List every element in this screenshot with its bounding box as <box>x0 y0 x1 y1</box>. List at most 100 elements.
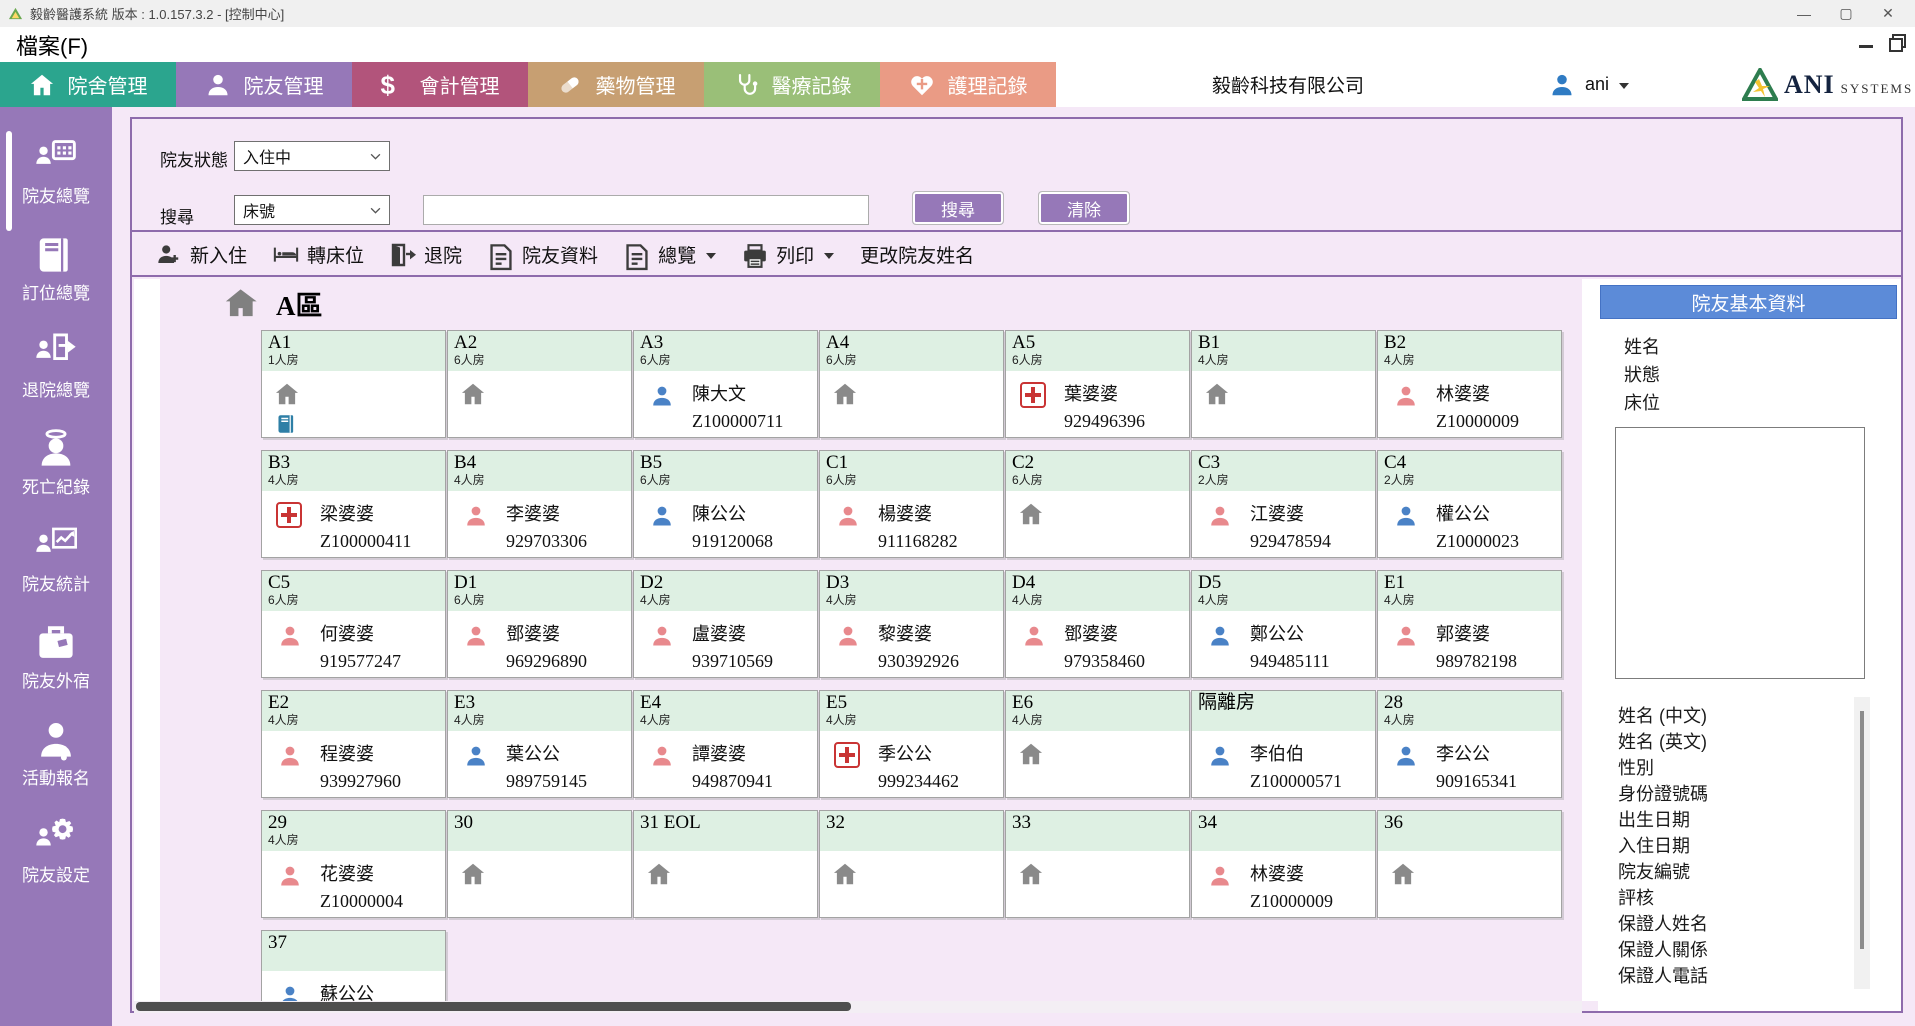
nav-tab-1[interactable]: 院舍管理 <box>0 62 176 107</box>
room-card-body <box>448 371 631 437</box>
toolbar-item-label: 新入住 <box>190 241 247 268</box>
room-card[interactable]: C26人房 <box>1005 450 1190 558</box>
room-card-header: 33 <box>1006 811 1189 851</box>
search-input[interactable] <box>423 195 869 225</box>
room-card[interactable]: D54人房鄭公公949485111 <box>1191 570 1376 678</box>
sidebar-item-3[interactable]: 退院總覽 <box>0 317 112 414</box>
sidebar-item-1[interactable]: 院友總覽 <box>0 123 112 220</box>
detail-list-scrollbar <box>1854 697 1870 989</box>
room-card[interactable]: C56人房何婆婆919577247 <box>261 570 446 678</box>
search-button[interactable]: 搜尋 <box>912 191 1004 225</box>
detail-field-label: 保證人姓名 <box>1618 911 1708 937</box>
room-card[interactable]: A46人房 <box>819 330 1004 438</box>
name-label: 姓名 <box>1624 333 1660 359</box>
maximize-icon[interactable]: ▢ <box>1825 0 1867 27</box>
close-icon[interactable]: ✕ <box>1867 0 1909 27</box>
toolbar-item-6[interactable]: 列印 <box>742 241 834 268</box>
vacant-room-icon <box>274 381 300 405</box>
room-card[interactable]: E64人房 <box>1005 690 1190 798</box>
room-card[interactable]: B34人房梁婆婆Z100000411 <box>261 450 446 558</box>
room-card[interactable]: 30 <box>447 810 632 918</box>
user-menu[interactable]: ani <box>1549 62 1629 107</box>
nav-tab-4[interactable]: 藥物管理 <box>528 62 704 107</box>
room-card[interactable]: C16人房楊婆婆911168282 <box>819 450 1004 558</box>
horizontal-scrollbar-thumb[interactable] <box>136 1002 851 1011</box>
toolbar-item-1[interactable]: 新入住 <box>156 241 247 268</box>
vacant-room-icon <box>646 861 672 885</box>
detail-list-scrollbar-thumb[interactable] <box>1860 711 1864 949</box>
room-card[interactable]: A56人房葉婆婆929496396 <box>1005 330 1190 438</box>
room-card[interactable]: 36 <box>1377 810 1562 918</box>
pill-icon <box>557 72 583 98</box>
room-id: A5 <box>1012 332 1183 353</box>
activity-signup-icon <box>35 719 77 755</box>
nav-tab-6[interactable]: 護理記錄 <box>880 62 1056 107</box>
menu-file[interactable]: 檔案(F) <box>16 29 88 61</box>
room-card[interactable]: B44人房李婆婆929703306 <box>447 450 632 558</box>
room-card[interactable]: 34林婆婆Z10000009 <box>1191 810 1376 918</box>
room-card[interactable]: D34人房黎婆婆930392926 <box>819 570 1004 678</box>
room-card[interactable]: C42人房權公公Z10000023 <box>1377 450 1562 558</box>
sidebar-item-2[interactable]: 訂位總覽 <box>0 220 112 317</box>
room-card[interactable]: E44人房譚婆婆949870941 <box>633 690 818 798</box>
room-capacity: 6人房 <box>454 593 625 607</box>
female-resident-icon <box>1022 624 1046 648</box>
room-card[interactable]: 32 <box>819 810 1004 918</box>
sidebar-item-5[interactable]: 院友統計 <box>0 511 112 608</box>
room-card[interactable]: D24人房盧婆婆939710569 <box>633 570 818 678</box>
room-card[interactable]: 33 <box>1005 810 1190 918</box>
nav-tab-3[interactable]: $會計管理 <box>352 62 528 107</box>
toolbar-item-3[interactable]: 退院 <box>390 241 462 268</box>
room-id: A4 <box>826 332 997 353</box>
sidebar-item-4[interactable]: 死亡紀錄 <box>0 414 112 511</box>
room-card-header: D24人房 <box>634 571 817 611</box>
room-card-header: 31 EOL <box>634 811 817 851</box>
panel-vertical-scrollbar[interactable] <box>1582 279 1598 1001</box>
sidebar-item-6[interactable]: 院友外宿 <box>0 608 112 705</box>
nav-tab-5[interactable]: 醫療記錄 <box>704 62 880 107</box>
room-card[interactable]: A11人房 <box>261 330 446 438</box>
room-card[interactable]: 294人房花婆婆Z10000004 <box>261 810 446 918</box>
detail-field-label: 性別 <box>1618 755 1708 781</box>
room-card[interactable]: E54人房季公公999234462 <box>819 690 1004 798</box>
room-card[interactable]: E34人房葉公公989759145 <box>447 690 632 798</box>
room-card[interactable]: 31 EOL <box>633 810 818 918</box>
room-card[interactable]: A26人房 <box>447 330 632 438</box>
toolbar-item-7[interactable]: 更改院友姓名 <box>860 241 974 268</box>
room-capacity: 4人房 <box>1384 713 1555 727</box>
male-resident-icon <box>464 744 488 768</box>
mdi-restore-icon[interactable] <box>1889 34 1903 48</box>
toolbar-item-2[interactable]: 轉床位 <box>273 241 364 268</box>
room-card[interactable]: B56人房陳公公919120068 <box>633 450 818 558</box>
sidebar-item-7[interactable]: 活動報名 <box>0 705 112 802</box>
room-id: 31 EOL <box>640 812 811 833</box>
grid-vertical-scrollbar[interactable] <box>134 279 160 1001</box>
room-card[interactable]: 284人房李公公909165341 <box>1377 690 1562 798</box>
booking-overview-icon <box>35 234 77 270</box>
resident-code: Z10000009 <box>1436 411 1519 432</box>
room-card[interactable]: 37蘇公公 <box>261 930 446 1001</box>
clear-button[interactable]: 清除 <box>1038 191 1130 225</box>
room-card[interactable]: B24人房林婆婆Z10000009 <box>1377 330 1562 438</box>
mdi-minimize-icon[interactable] <box>1859 45 1873 48</box>
room-capacity: 6人房 <box>826 473 997 487</box>
room-card[interactable]: B14人房 <box>1191 330 1376 438</box>
search-type-select[interactable]: 床號 <box>234 195 390 225</box>
minimize-icon[interactable]: — <box>1783 0 1825 27</box>
nav-tab-2[interactable]: 院友管理 <box>176 62 352 107</box>
room-card[interactable]: D16人房鄧婆婆969296890 <box>447 570 632 678</box>
room-card[interactable]: C32人房江婆婆929478594 <box>1191 450 1376 558</box>
titlebar: 毅齡醫護系統 版本 : 1.0.157.3.2 - [控制中心] — ▢ ✕ <box>0 0 1915 27</box>
room-card[interactable]: 隔離房李伯伯Z100000571 <box>1191 690 1376 798</box>
toolbar-item-4[interactable]: 院友資料 <box>488 241 598 268</box>
room-card[interactable]: D44人房鄧婆婆979358460 <box>1005 570 1190 678</box>
room-card[interactable]: A36人房陳大文Z100000711 <box>633 330 818 438</box>
status-select[interactable]: 入住中 <box>234 141 390 171</box>
toolbar-item-5[interactable]: 總覽 <box>624 241 716 268</box>
room-card[interactable]: E14人房郭婆婆989782198 <box>1377 570 1562 678</box>
resident-name: 葉公公 <box>506 740 560 766</box>
sidebar-item-8[interactable]: 院友設定 <box>0 802 112 899</box>
room-card-header: C32人房 <box>1192 451 1375 491</box>
room-card[interactable]: E24人房程婆婆939927960 <box>261 690 446 798</box>
room-id: 29 <box>268 812 439 833</box>
